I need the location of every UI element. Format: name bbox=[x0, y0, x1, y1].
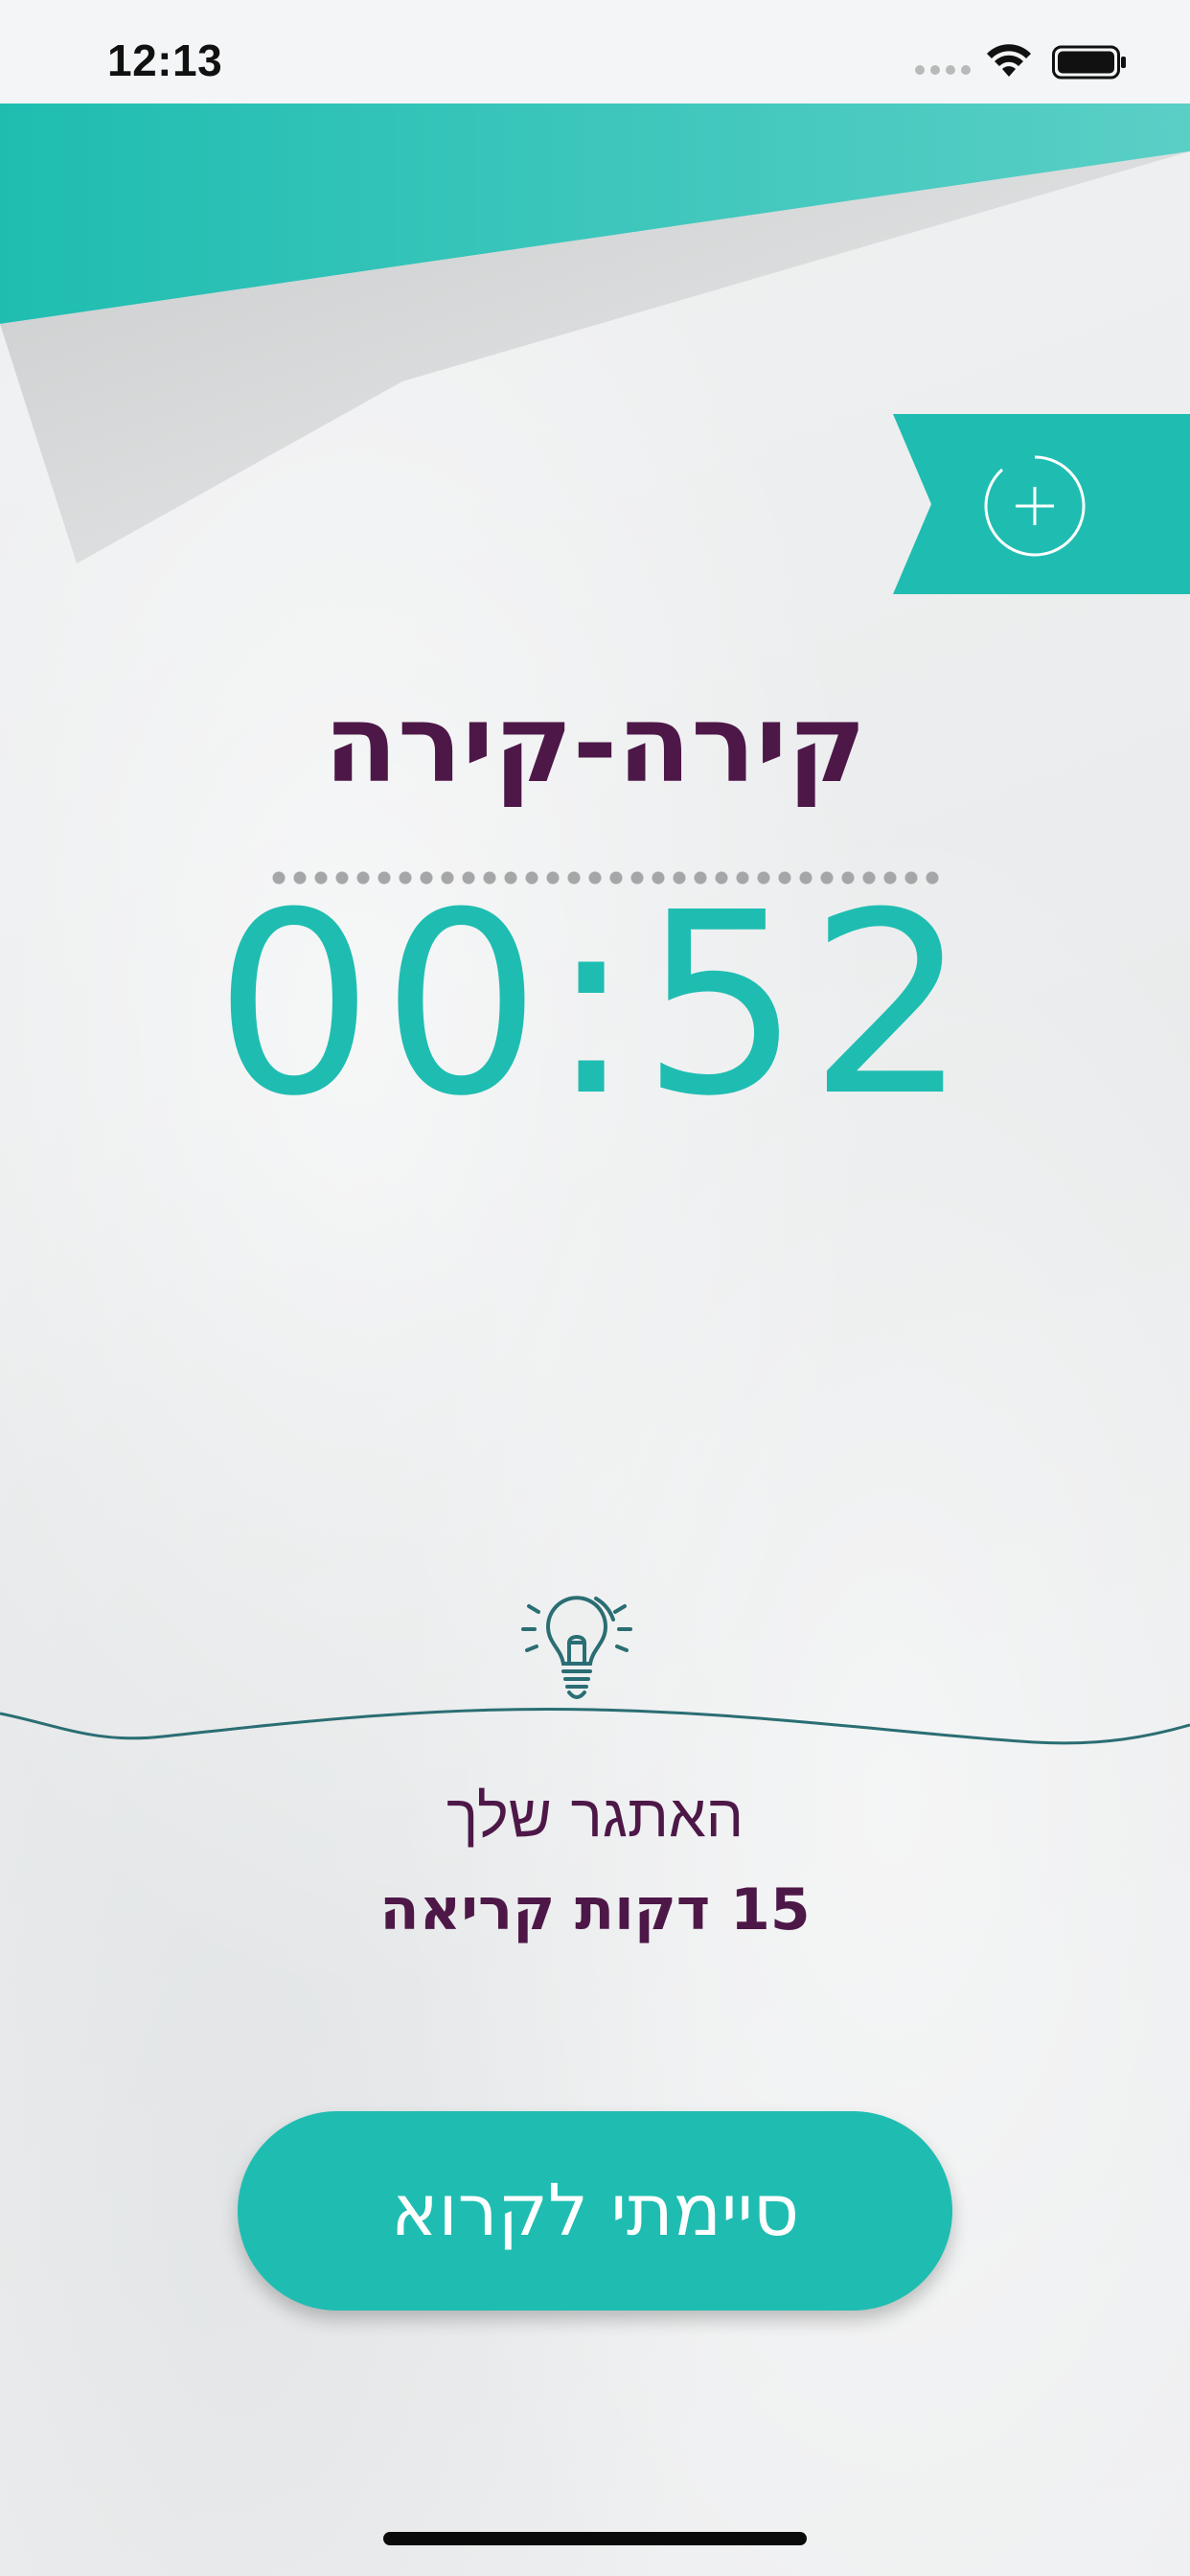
lightbulb-icon bbox=[521, 1596, 632, 1699]
status-time: 12:13 bbox=[107, 35, 223, 85]
challenge-label: האתגר שלך bbox=[446, 1781, 744, 1851]
signal-dots-icon bbox=[915, 65, 971, 75]
add-button[interactable] bbox=[983, 454, 1087, 558]
home-indicator[interactable] bbox=[383, 2532, 807, 2545]
page-title: קירה-קירה bbox=[323, 682, 867, 807]
status-bar: 12:13 bbox=[0, 0, 1190, 104]
finished-reading-button[interactable]: סיימתי לקרוא bbox=[238, 2111, 952, 2311]
reading-timer: 00:52 bbox=[214, 859, 976, 1151]
battery-icon bbox=[1052, 45, 1126, 80]
plus-circle-icon bbox=[984, 455, 1086, 557]
challenge-value: 15 דקות קריאה bbox=[379, 1876, 811, 1944]
wifi-icon bbox=[987, 44, 1031, 77]
